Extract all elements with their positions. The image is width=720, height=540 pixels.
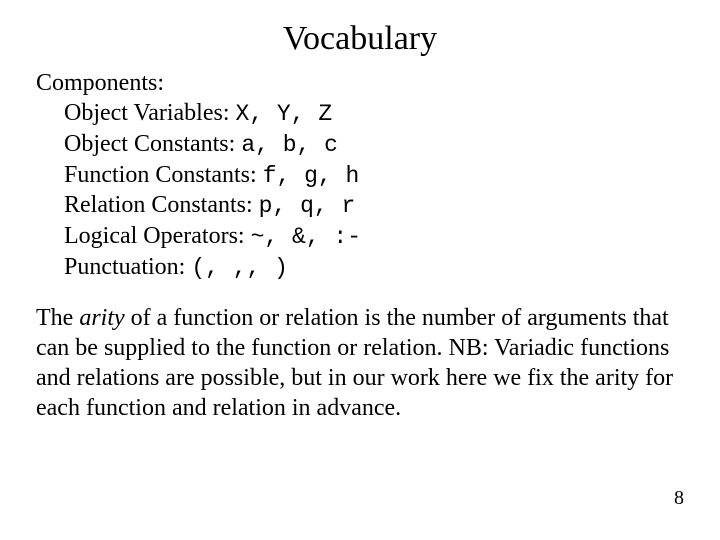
arity-word: arity — [79, 305, 124, 331]
arity-paragraph: The arity of a function or relation is t… — [36, 303, 684, 423]
row-object-constants: Object Constants: a, b, c — [64, 129, 684, 160]
arity-pre: The — [36, 305, 79, 331]
row-object-variables: Object Variables: X, Y, Z — [64, 98, 684, 129]
row-relation-constants: Relation Constants: p, q, r — [64, 190, 684, 221]
row-logical-operators: Logical Operators: ~, &, :- — [64, 221, 684, 252]
row-symbols: ~, &, :- — [251, 224, 361, 250]
row-label: Object Variables: — [64, 100, 236, 126]
row-label: Punctuation: — [64, 254, 191, 280]
row-function-constants: Function Constants: f, g, h — [64, 160, 684, 191]
row-label: Function Constants: — [64, 162, 263, 188]
row-symbols: p, q, r — [259, 193, 356, 219]
components-label: Components: — [36, 68, 684, 98]
slide-body: Components: Object Variables: X, Y, Z Ob… — [0, 68, 720, 423]
row-punctuation: Punctuation: (, ,, ) — [64, 252, 684, 283]
slide: Vocabulary Components: Object Variables:… — [0, 0, 720, 540]
row-symbols: X, Y, Z — [236, 101, 333, 127]
slide-title: Vocabulary — [0, 0, 720, 68]
row-label: Logical Operators: — [64, 223, 251, 249]
row-label: Relation Constants: — [64, 192, 259, 218]
page-number: 8 — [674, 487, 684, 510]
arity-post: of a function or relation is the number … — [36, 305, 673, 421]
component-list: Object Variables: X, Y, Z Object Constan… — [36, 98, 684, 283]
row-symbols: a, b, c — [241, 132, 338, 158]
row-label: Object Constants: — [64, 131, 241, 157]
row-symbols: f, g, h — [263, 163, 360, 189]
row-symbols: (, ,, ) — [191, 255, 288, 281]
